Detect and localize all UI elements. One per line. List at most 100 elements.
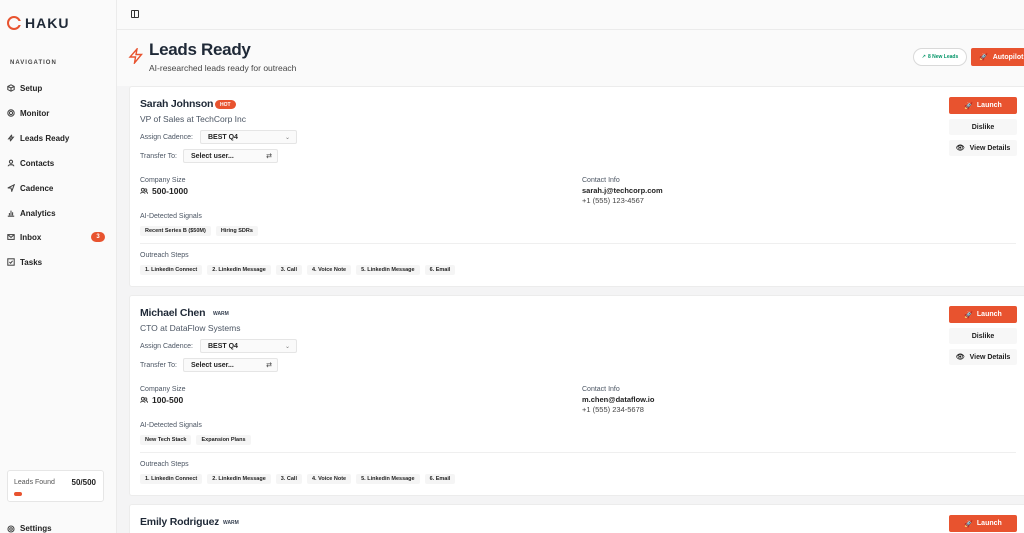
lead-temperature-badge: HOT [215, 100, 236, 109]
page-subtitle: AI-researched leads ready for outreach [149, 63, 297, 73]
nav-heading: NAVIGATION [10, 60, 57, 66]
transfer-to-label: Transfer To: [140, 362, 177, 369]
user-icon [7, 159, 15, 167]
dislike-button[interactable]: Dislike [949, 328, 1017, 344]
leads-found-progress-fill [14, 492, 23, 496]
target-icon [7, 109, 15, 117]
step-pill: 6. Email [424, 265, 456, 275]
chevron-down-icon: ⌄ [284, 344, 290, 350]
lead-card: Emily Rodriguez WARM 🚀 Launch [129, 504, 1024, 533]
step-pill: 2. Linkedin Message [207, 474, 271, 484]
step-pill: 3. Call [275, 474, 302, 484]
lead-card: Sarah Johnson HOT VP of Sales at TechCor… [129, 86, 1024, 287]
logo-text: HAKU [25, 15, 70, 31]
divider [140, 452, 1016, 453]
sidebar-item-setup[interactable]: Setup [7, 81, 105, 95]
dislike-button[interactable]: Dislike [949, 119, 1017, 135]
rocket-icon: 🚀 [964, 102, 973, 110]
assign-cadence-label: Assign Cadence: [140, 134, 193, 141]
cadence-value: BEST Q4 [208, 133, 238, 141]
zap-icon [7, 134, 15, 142]
page-title: Leads Ready [149, 40, 251, 59]
step-pill: 1. Linkedin Connect [140, 474, 203, 484]
assign-cadence-label: Assign Cadence: [140, 343, 193, 350]
launch-label: Launch [976, 311, 1002, 318]
app-logo[interactable]: HAKU [7, 15, 69, 31]
signals-list: Recent Series B ($50M) Hiring SDRs [140, 226, 258, 236]
launch-button[interactable]: 🚀 Launch [949, 306, 1017, 323]
autopilot-button[interactable]: 🚀 Autopilot [971, 48, 1024, 66]
view-details-button[interactable]: 👁 View Details [949, 349, 1017, 365]
eye-icon: 👁 [955, 354, 965, 361]
step-pill: 5. Linkedin Message [356, 265, 420, 275]
company-size-text: 100-500 [152, 395, 184, 405]
divider [140, 243, 1016, 244]
rocket-icon: 🚀 [964, 520, 973, 528]
outreach-steps-list: 1. Linkedin Connect 2. Linkedin Message … [140, 265, 456, 275]
logo-mark-icon [7, 16, 22, 30]
sidebar-item-label: Setup [20, 83, 43, 93]
lead-name: Emily Rodriguez [140, 516, 220, 528]
page-header: Leads Ready AI-researched leads ready fo… [117, 30, 1024, 86]
transfer-user-select[interactable]: Select user... ⇄ [183, 149, 278, 163]
sidebar-item-contacts[interactable]: Contacts [7, 156, 105, 170]
sidebar-item-label: Contacts [20, 158, 55, 168]
cadence-select[interactable]: BEST Q4 ⌄ [200, 339, 297, 353]
sidebar-item-label: Cadence [20, 183, 54, 193]
swap-icon: ⇄ [266, 153, 272, 160]
contact-email[interactable]: m.chen@dataflow.io [582, 395, 654, 404]
sidebar-item-label: Analytics [20, 208, 56, 218]
transfer-user-select[interactable]: Select user... ⇄ [183, 358, 278, 372]
sidebar-item-cadence[interactable]: Cadence [7, 181, 105, 195]
view-details-label: View Details [969, 144, 1011, 152]
step-pill: 6. Email [424, 474, 456, 484]
sidebar-item-monitor[interactable]: Monitor [7, 106, 105, 120]
signals-label: AI-Detected Signals [140, 422, 202, 429]
transfer-to-label: Transfer To: [140, 153, 177, 160]
contact-info-label: Contact Info [582, 386, 620, 393]
signal-pill: Recent Series B ($50M) [140, 226, 211, 236]
zap-icon [128, 48, 143, 64]
top-bar [117, 0, 1024, 30]
company-size-value: 500-1000 [140, 186, 188, 196]
dislike-label: Dislike [971, 332, 995, 340]
mail-icon [7, 234, 15, 240]
gear-icon [7, 524, 15, 533]
send-icon [7, 184, 15, 192]
signal-pill: New Tech Stack [140, 435, 192, 445]
lead-temperature-badge: WARM [208, 309, 234, 318]
signal-pill: Expansion Plans [196, 435, 251, 445]
sidebar: HAKU NAVIGATION Setup Monitor Leads Read… [0, 0, 117, 533]
lead-card: Michael Chen WARM CTO at DataFlow System… [129, 295, 1024, 496]
contact-email[interactable]: sarah.j@techcorp.com [582, 186, 663, 195]
company-size-label: Company Size [140, 177, 186, 184]
new-leads-button[interactable]: ↗ 8 New Leads [913, 48, 967, 66]
signals-list: New Tech Stack Expansion Plans [140, 435, 251, 445]
lead-role: VP of Sales at TechCorp Inc [140, 114, 246, 124]
sidebar-toggle-icon[interactable] [131, 10, 139, 18]
sidebar-item-analytics[interactable]: Analytics [7, 206, 105, 220]
contact-phone[interactable]: +1 (555) 123-4567 [582, 196, 644, 205]
outreach-steps-label: Outreach Steps [140, 252, 189, 259]
company-size-text: 500-1000 [152, 186, 188, 196]
lead-name: Sarah Johnson [140, 98, 214, 110]
launch-button[interactable]: 🚀 Launch [949, 97, 1017, 114]
leads-found-label: Leads Found [14, 479, 55, 486]
lead-temperature-badge: WARM [218, 518, 244, 527]
sidebar-item-leads-ready[interactable]: Leads Ready [7, 131, 105, 145]
sidebar-item-inbox[interactable]: Inbox 3 [7, 230, 105, 244]
sidebar-item-label: Settings [20, 524, 52, 533]
sidebar-item-settings[interactable]: Settings [7, 524, 52, 533]
bar-chart-icon [7, 210, 15, 217]
launch-button[interactable]: 🚀 Launch [949, 515, 1017, 532]
signal-pill: Hiring SDRs [215, 226, 258, 236]
sidebar-item-tasks[interactable]: Tasks [7, 255, 105, 269]
view-details-button[interactable]: 👁 View Details [949, 140, 1017, 156]
outreach-steps-list: 1. Linkedin Connect 2. Linkedin Message … [140, 474, 456, 484]
dislike-label: Dislike [971, 123, 995, 131]
cadence-select[interactable]: BEST Q4 ⌄ [200, 130, 297, 144]
contact-phone[interactable]: +1 (555) 234-5678 [582, 405, 644, 414]
step-pill: 4. Voice Note [306, 474, 352, 484]
launch-label: Launch [976, 520, 1002, 527]
users-icon [140, 187, 148, 194]
